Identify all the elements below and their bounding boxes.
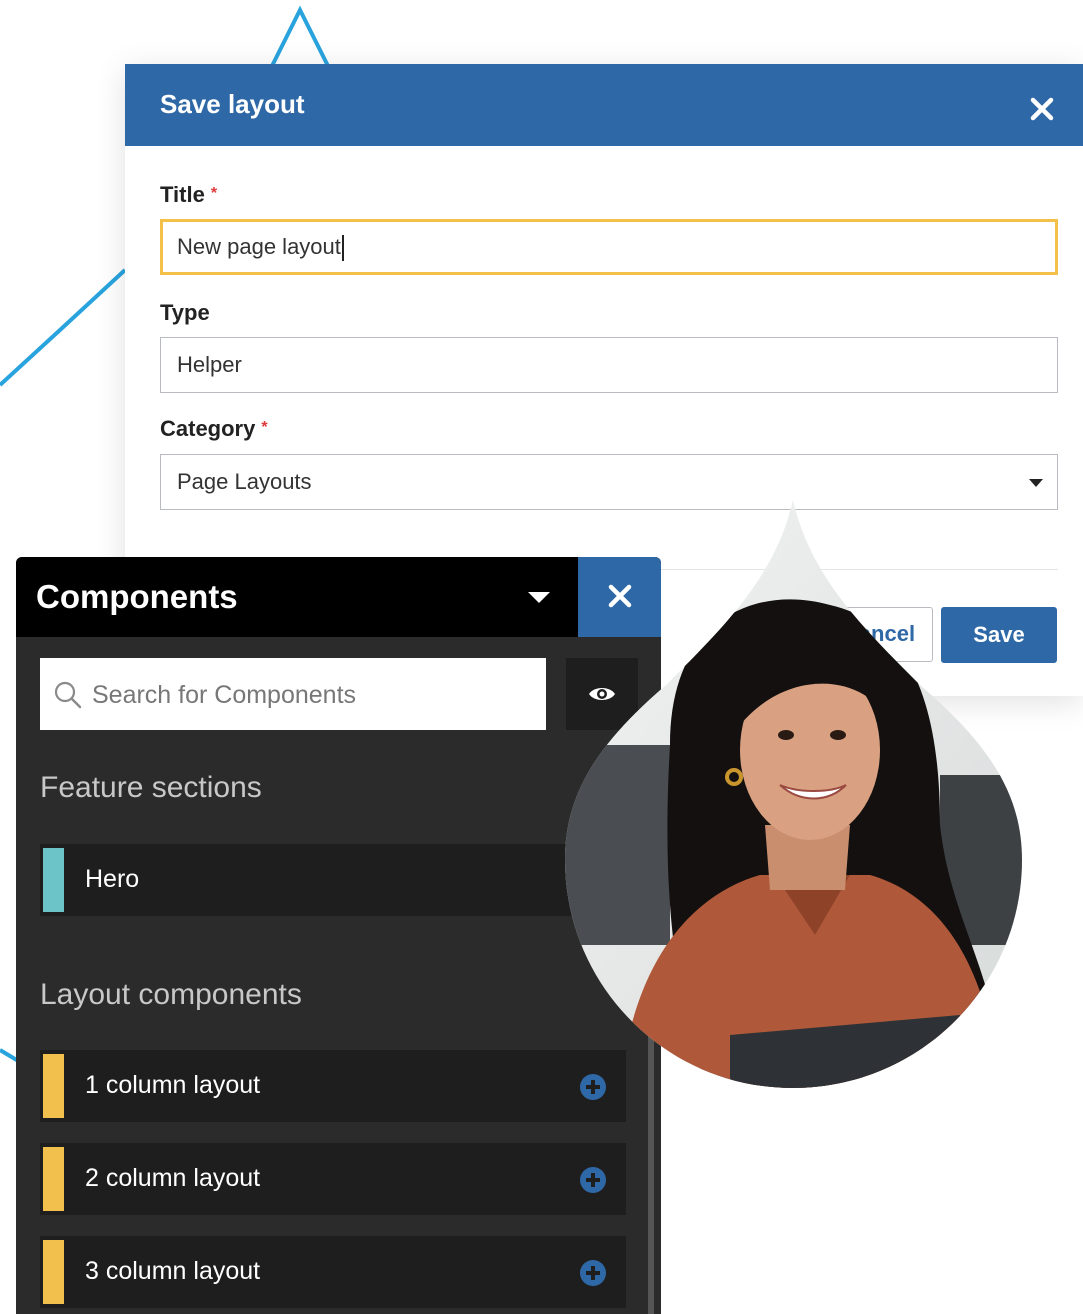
- category-color-bar: [43, 1054, 64, 1118]
- close-icon[interactable]: [1025, 92, 1059, 126]
- component-label: 2 column layout: [85, 1164, 261, 1192]
- required-marker: *: [261, 419, 268, 436]
- category-label-text: Category: [160, 416, 256, 441]
- section-title-layout: Layout components: [40, 978, 302, 1011]
- required-marker: *: [210, 185, 218, 202]
- component-item-hero[interactable]: Hero: [40, 844, 626, 916]
- title-label-text: Title: [160, 182, 205, 207]
- category-color-bar: [43, 1240, 64, 1304]
- component-item-3-column[interactable]: 3 column layout: [40, 1236, 626, 1308]
- component-item-1-column[interactable]: 1 column layout: [40, 1050, 626, 1122]
- category-color-bar: [43, 1147, 64, 1211]
- component-label: 1 column layout: [85, 1071, 261, 1099]
- chevron-down-icon: [1029, 479, 1043, 487]
- type-input-value: Helper: [177, 352, 242, 377]
- component-label: 3 column layout: [85, 1257, 261, 1285]
- person-photo: [565, 500, 1022, 1088]
- type-label: Type: [160, 300, 210, 326]
- title-label: Title *: [160, 182, 217, 208]
- dialog-header: Save layout: [125, 64, 1083, 146]
- title-input-value: New page layout: [177, 234, 341, 259]
- search-input[interactable]: [90, 658, 534, 732]
- category-label: Category *: [160, 416, 268, 442]
- chevron-down-icon[interactable]: [526, 587, 552, 607]
- component-label: Hero: [85, 865, 140, 893]
- category-select-value: Page Layouts: [177, 469, 312, 494]
- dialog-title: Save layout: [160, 89, 305, 119]
- component-item-2-column[interactable]: 2 column layout: [40, 1143, 626, 1215]
- type-input[interactable]: Helper: [160, 337, 1058, 393]
- add-circle-icon[interactable]: [579, 1166, 607, 1194]
- type-label-text: Type: [160, 300, 210, 325]
- search-icon: [54, 681, 82, 709]
- add-circle-icon[interactable]: [579, 1259, 607, 1287]
- section-title-feature: Feature sections: [40, 771, 262, 804]
- panel-title: Components: [36, 578, 238, 615]
- category-color-bar: [43, 848, 64, 912]
- title-input[interactable]: New page layout: [160, 219, 1058, 275]
- search-box: [40, 658, 546, 732]
- text-cursor: [341, 235, 344, 262]
